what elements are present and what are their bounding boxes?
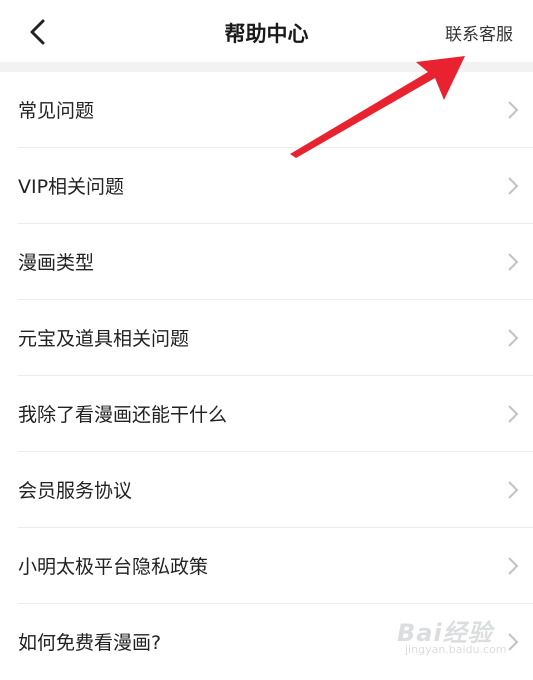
section-divider: [0, 62, 533, 72]
list-item-label: 会员服务协议: [18, 480, 133, 502]
list-item-label: 我除了看漫画还能干什么: [18, 404, 228, 426]
back-button[interactable]: [22, 14, 58, 50]
list-item[interactable]: 常见问题: [0, 72, 533, 148]
chevron-left-icon: [30, 19, 45, 45]
chevron-right-icon: [508, 253, 519, 271]
chevron-right-icon: [508, 633, 519, 651]
list-item[interactable]: 会员服务协议: [0, 452, 533, 528]
list-item[interactable]: 我除了看漫画还能干什么: [0, 376, 533, 452]
list-item-label: 小明太极平台隐私政策: [18, 556, 209, 578]
chevron-right-icon: [508, 557, 519, 575]
chevron-right-icon: [508, 405, 519, 423]
chevron-right-icon: [508, 329, 519, 347]
list-item[interactable]: 漫画类型: [0, 224, 533, 300]
list-item-label: 常见问题: [18, 100, 95, 122]
list-item[interactable]: 元宝及道具相关问题: [0, 300, 533, 376]
list-item-label: 如何免费看漫画?: [18, 632, 162, 654]
chevron-right-icon: [508, 101, 519, 119]
chevron-right-icon: [508, 177, 519, 195]
list-item[interactable]: VIP相关问题: [0, 148, 533, 224]
list-item-label: 元宝及道具相关问题: [18, 328, 190, 350]
list-item[interactable]: 如何免费看漫画?: [0, 604, 533, 680]
list-item[interactable]: 小明太极平台隐私政策: [0, 528, 533, 604]
list-item-label: VIP相关问题: [18, 176, 125, 198]
list-item-label: 漫画类型: [18, 252, 95, 274]
help-topic-list: 常见问题 VIP相关问题 漫画类型 元宝及道具相关问题 我除了看漫画还能干什么 …: [0, 72, 533, 680]
chevron-right-icon: [508, 481, 519, 499]
top-bar: 帮助中心 联系客服: [0, 0, 533, 62]
contact-service-button[interactable]: 联系客服: [445, 20, 513, 45]
